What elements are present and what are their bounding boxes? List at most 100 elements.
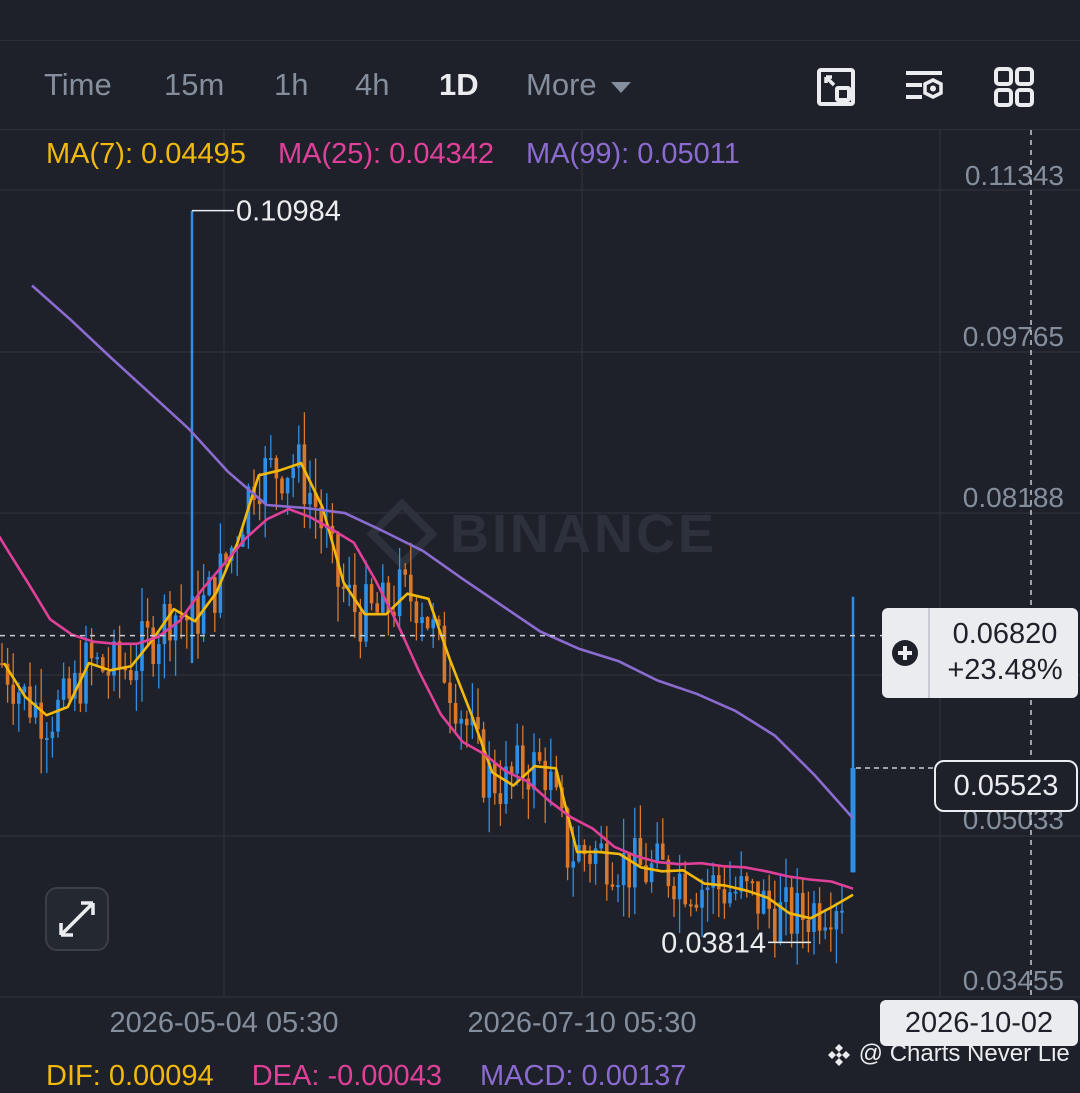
ma-line-ma99 [31,284,854,820]
candle-body [442,625,447,683]
crosshair-change: +23.48% [947,654,1063,686]
candle-body [784,887,788,903]
candle-last-body [850,767,856,873]
candle-body [571,861,575,868]
candle-body [56,699,60,732]
candle-body [397,569,402,617]
low-marker-label: 0.03814 [661,927,766,959]
ma-legend: MA(7): 0.04495 MA(25): 0.04342 MA(99): 0… [46,138,764,171]
candle-body [677,873,682,900]
candle-body [263,458,267,505]
candle-body [649,863,654,883]
ma7-value: MA(7): 0.04495 [46,138,246,170]
crosshair-price-box: 0.06820 +23.48% [882,608,1078,698]
candle-body [840,910,844,913]
candle-body [308,492,312,505]
candle-body [151,627,155,665]
candle-body [409,574,413,602]
candle-body [274,458,279,479]
y-tick-label: 0.03455 [963,965,1064,996]
fullscreen-button[interactable] [45,887,109,951]
candle-body [291,467,295,478]
candle-body [610,884,615,887]
candle-body [481,729,486,798]
candle-body [705,887,710,890]
candle-body [140,621,144,671]
credit-watermark: @ Charts Never Lie [826,1040,1070,1068]
candle-body [605,843,609,885]
candle-body [689,904,693,907]
candle-body [532,752,536,790]
candle-body [280,478,284,494]
candle-body [453,703,458,724]
ma-line-ma25 [0,507,854,890]
candle-body [341,586,346,589]
candle-body [537,752,542,761]
macd-legend: DIF: 0.00094 DEA: -0.00043 MACD: 0.00137 [46,1060,716,1093]
candle-body [157,644,161,665]
candle-body [683,873,687,905]
candle-body [129,669,133,681]
candle-body [789,887,794,934]
candle-body [358,612,363,642]
candle-body [425,617,430,629]
candle-body [431,619,435,629]
candle-body [117,641,122,669]
macd-dea: DEA: -0.00043 [251,1060,442,1092]
plus-circle-icon [892,640,918,666]
candle-body [588,854,592,864]
expand-arrows-icon [59,901,95,937]
candle-body [17,692,21,704]
candle-body [773,908,777,943]
candle-body [599,843,603,849]
credit-text: @ Charts Never Lie [858,1040,1070,1067]
candle-body [285,477,290,494]
candle-body [745,876,749,882]
candle-body [694,904,699,908]
binance-watermark: BINANCE [450,504,717,564]
candlesticks [0,412,844,965]
candle-body [543,760,547,791]
binance-logo-icon [828,1043,850,1066]
candle-body [67,678,71,699]
candle-body [717,875,721,890]
candle-body [134,670,139,681]
y-tick-label: 0.11343 [965,160,1064,191]
candle-body [375,603,379,613]
candle-body [549,771,553,791]
candle-body [616,885,620,888]
candle-body [498,793,503,804]
candle-body [369,584,374,604]
crosshair-price: 0.06820 [952,618,1058,650]
candle-body [817,903,822,931]
add-order-button[interactable] [882,608,930,698]
y-tick-label: 0.09765 [963,321,1064,352]
candle-body [106,671,111,676]
candle-body [672,886,676,900]
x-tick-label: 2026-07-10 05:30 [468,1007,697,1039]
candle-body [493,762,497,794]
candle-body [95,657,99,660]
candle-body [806,920,811,932]
candle-body [722,889,727,904]
candle-body [728,892,732,904]
candle-body [661,843,665,860]
candle-body [521,745,525,779]
candle-body [750,881,755,884]
candle-body [420,617,424,624]
candle-body [50,731,55,738]
current-price-label: 0.05523 [934,760,1078,812]
candle-body [515,745,519,774]
candle-body [733,891,738,894]
candle-body [201,595,206,634]
macd-dif: DIF: 0.00094 [46,1060,214,1092]
candle-body [45,737,49,740]
candle-body [414,601,419,624]
high-marker-label: 0.10984 [236,196,341,228]
candle-body [89,642,94,659]
candle-body [823,927,827,931]
candle-body [61,678,66,700]
ma99-value: MA(99): 0.05011 [526,138,740,170]
candle-body [638,837,643,866]
candle-body [756,881,760,914]
